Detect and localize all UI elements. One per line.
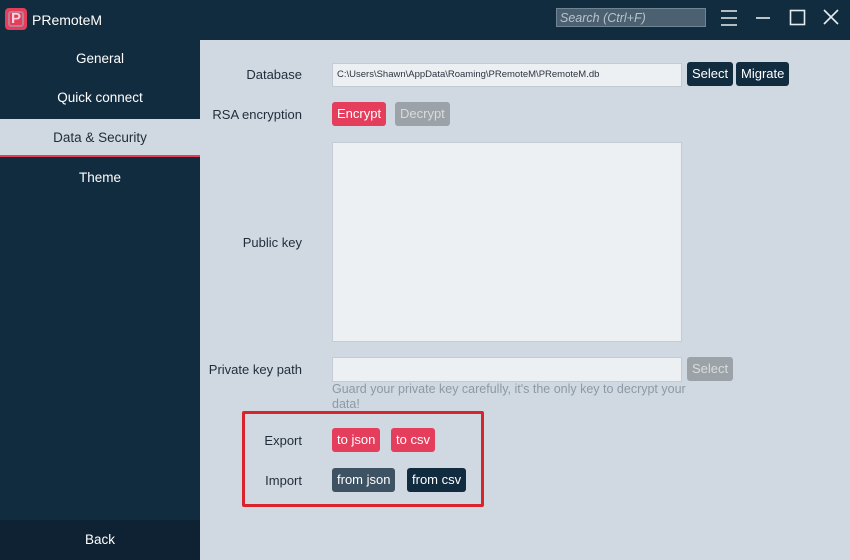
database-select-button[interactable]: Select xyxy=(687,62,734,86)
settings-sidebar: General Quick connect Data & Security Th… xyxy=(0,40,200,560)
sidebar-item-general[interactable]: General xyxy=(0,40,200,78)
sidebar-item-theme[interactable]: Theme xyxy=(0,159,200,197)
app-logo: P xyxy=(5,8,27,30)
database-label: Database xyxy=(246,67,302,82)
private-key-select-button[interactable]: Select xyxy=(687,357,734,381)
database-migrate-button[interactable]: Migrate xyxy=(736,62,790,86)
close-icon[interactable] xyxy=(818,6,844,30)
export-import-highlight-box xyxy=(242,411,484,507)
private-key-hint: Guard your private key carefully, it's t… xyxy=(332,382,686,411)
app-title: PRemoteM xyxy=(32,12,103,28)
database-path-field[interactable]: C:\Users\Shawn\AppData\Roaming\PRemoteM\… xyxy=(332,63,682,87)
decrypt-button[interactable]: Decrypt xyxy=(395,102,450,126)
hamburger-icon[interactable] xyxy=(716,6,742,30)
back-button[interactable]: Back xyxy=(0,520,200,560)
private-key-path-input[interactable] xyxy=(332,357,682,382)
sidebar-item-quick-connect[interactable]: Quick connect xyxy=(0,79,200,117)
minimize-icon[interactable] xyxy=(750,6,776,30)
title-bar: P PRemoteM xyxy=(0,0,850,40)
encrypt-button[interactable]: Encrypt xyxy=(332,102,387,126)
public-key-textarea[interactable] xyxy=(332,142,682,342)
search-input[interactable] xyxy=(556,8,706,27)
maximize-icon[interactable] xyxy=(784,6,810,30)
public-key-label: Public key xyxy=(242,235,302,250)
sidebar-item-data-security[interactable]: Data & Security xyxy=(0,119,200,157)
private-key-path-label: Private key path xyxy=(208,362,302,377)
rsa-encryption-label: RSA encryption xyxy=(212,107,302,122)
